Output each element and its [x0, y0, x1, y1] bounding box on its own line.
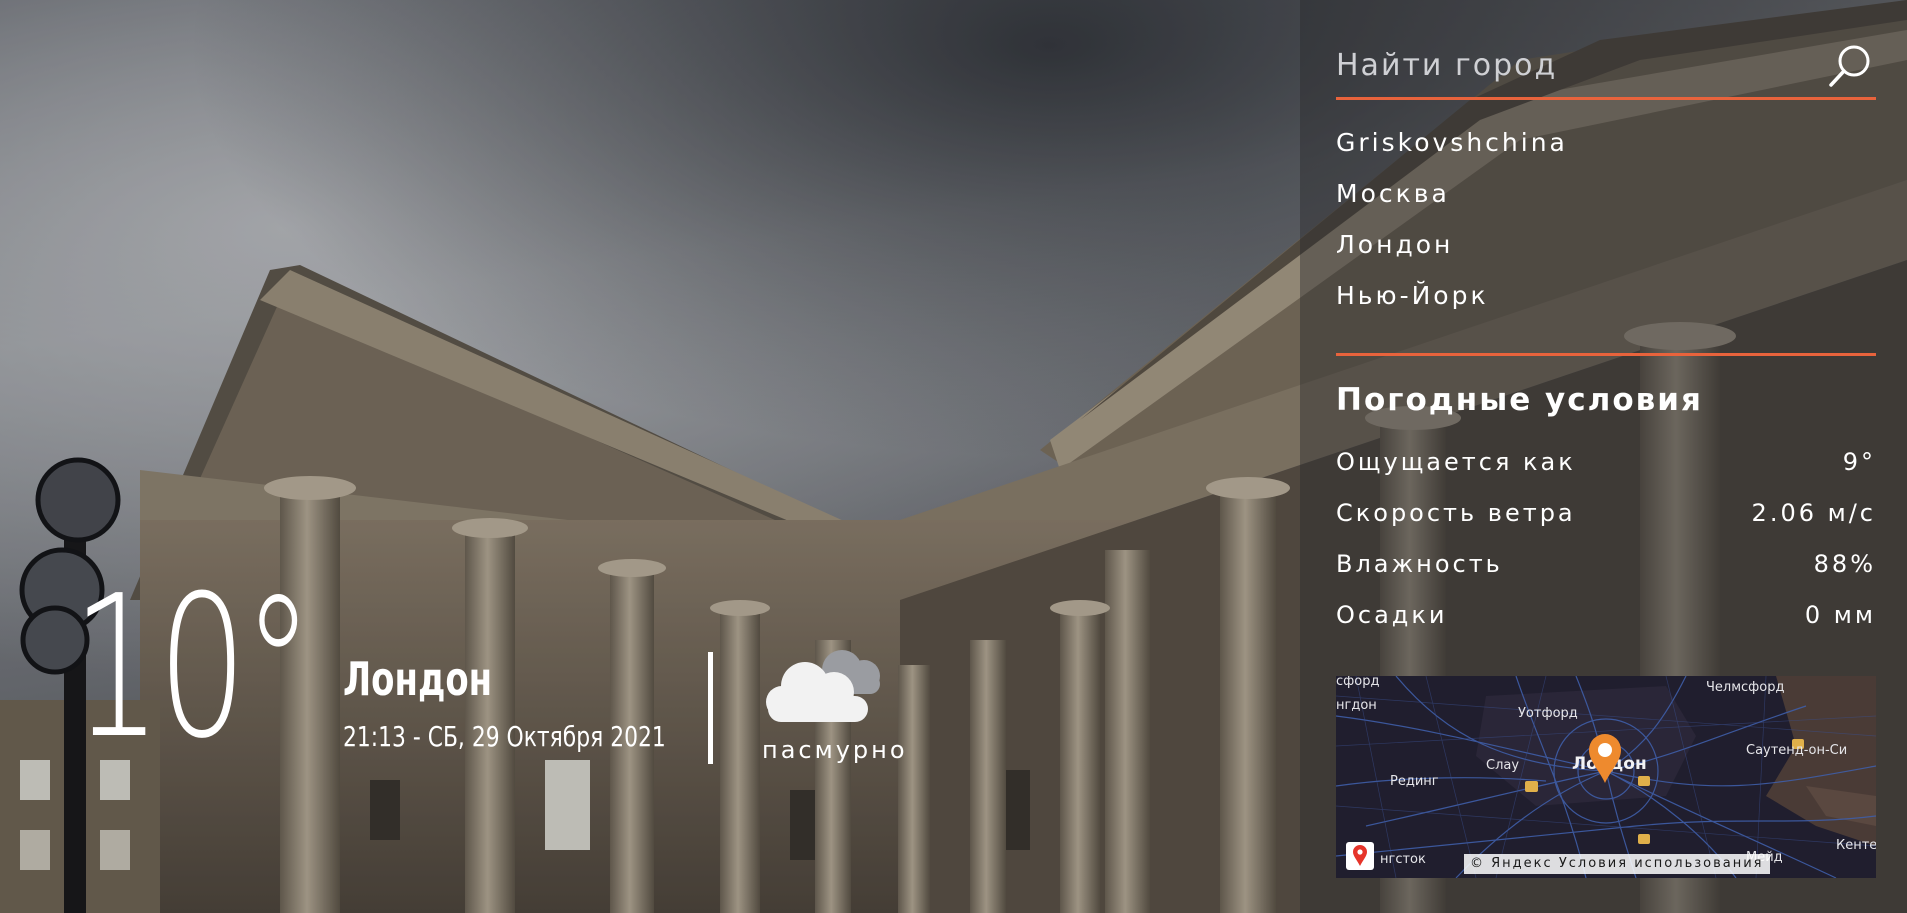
detail-row-wind: Скорость ветра 2.06 м/с [1336, 499, 1876, 550]
recent-cities-list: Griskovshchina Москва Лондон Нью-Йорк [1336, 124, 1568, 328]
detail-row-feels-like: Ощущается как 9° [1336, 448, 1876, 499]
terms-link[interactable]: Условия использования [1559, 856, 1764, 871]
map-label: Слау [1486, 758, 1520, 773]
detail-label: Скорость ветра [1336, 499, 1576, 527]
map-label: нгдон [1336, 698, 1377, 713]
detail-label: Ощущается как [1336, 448, 1576, 476]
conditions-title: Погодные условия [1336, 382, 1703, 418]
city-name: Лондон [343, 652, 493, 706]
search-icon[interactable] [1826, 42, 1874, 90]
city-search [1336, 40, 1876, 100]
map-label: Уотфорд [1518, 706, 1578, 721]
date-time: 21:13 - СБ, 29 Октября 2021 [343, 720, 666, 753]
yandex-maps-logo-icon[interactable] [1346, 842, 1374, 870]
detail-label: Осадки [1336, 601, 1448, 629]
city-item[interactable]: Лондон [1336, 226, 1568, 277]
detail-row-precipitation: Осадки 0 мм [1336, 601, 1876, 652]
detail-value: 2.06 м/с [1751, 499, 1876, 527]
detail-value: 0 мм [1804, 601, 1876, 629]
detail-label: Влажность [1336, 550, 1503, 578]
map-label: Рединг [1390, 774, 1439, 789]
map-label: Саутенд-он-Си [1746, 743, 1848, 758]
copyright-sign: © [1470, 856, 1485, 871]
city-item[interactable]: Griskovshchina [1336, 124, 1568, 175]
yandex-link[interactable]: Яндекс [1491, 856, 1553, 871]
map-label: нгсток [1380, 852, 1426, 867]
location-block: Лондон 21:13 - СБ, 29 Октября 2021 [343, 652, 757, 753]
map-label: Челмсфорд [1706, 680, 1785, 695]
condition-text: пасмурно [762, 736, 908, 764]
cloud-icon [760, 640, 890, 730]
detail-row-humidity: Влажность 88% [1336, 550, 1876, 601]
detail-value: 9° [1842, 448, 1876, 476]
map-label: Кенте [1836, 838, 1876, 853]
map-copyright: © Яндекс Условия использования [1464, 854, 1770, 874]
conditions-list: Ощущается как 9° Скорость ветра 2.06 м/с… [1336, 448, 1876, 652]
separator-bar [708, 652, 713, 764]
city-item[interactable]: Москва [1336, 175, 1568, 226]
map-label: сфорд [1336, 676, 1380, 689]
panel-divider [1336, 353, 1876, 356]
city-item[interactable]: Нью-Йорк [1336, 277, 1568, 328]
search-input[interactable] [1336, 40, 1806, 90]
city-map[interactable]: сфорд нгдон Уотфорд Челмсфорд Саутенд-он… [1336, 676, 1876, 878]
map-pin-icon [1586, 732, 1624, 784]
detail-value: 88% [1813, 550, 1876, 578]
temperature-display: 10° [72, 554, 313, 782]
